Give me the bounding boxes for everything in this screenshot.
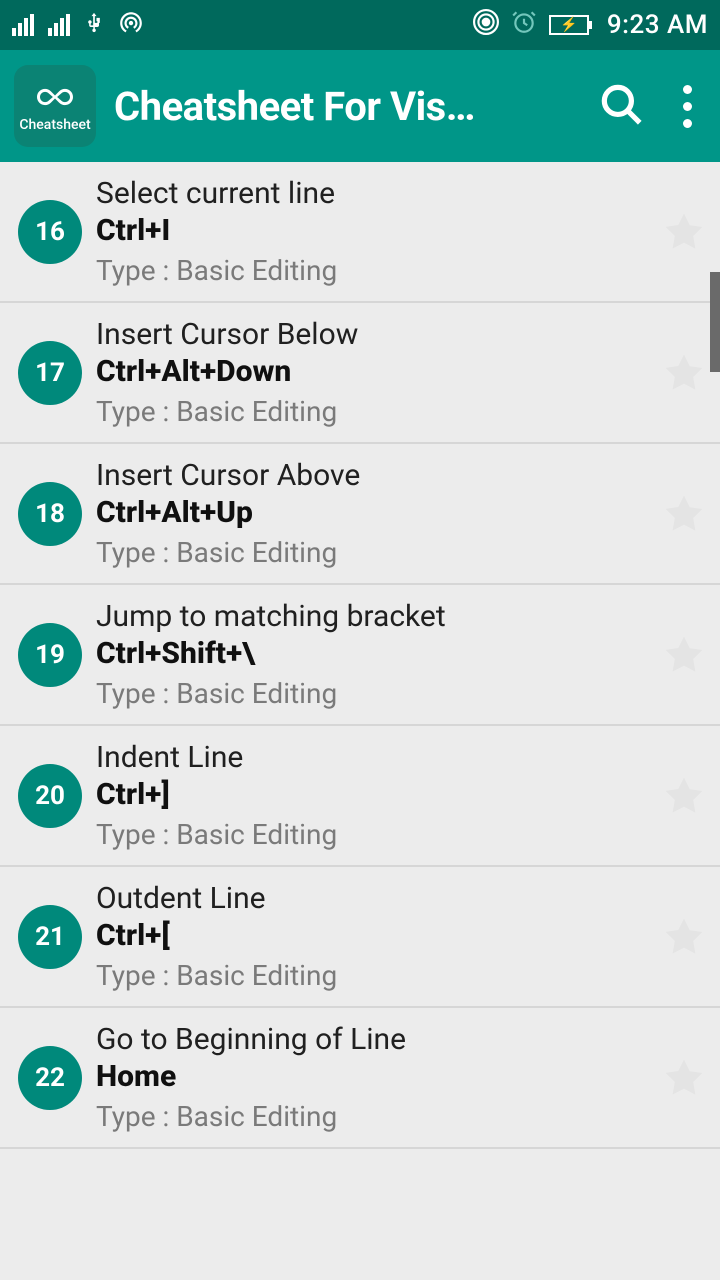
list-item[interactable]: 20 Indent Line Ctrl+] Type : Basic Editi… — [0, 726, 720, 867]
item-shortcut: Ctrl+Alt+Up — [96, 495, 648, 530]
favorite-button[interactable] — [662, 915, 706, 959]
star-icon — [662, 210, 706, 254]
item-title: Outdent Line — [96, 881, 648, 916]
star-icon — [662, 915, 706, 959]
hotspot-icon — [118, 9, 144, 42]
favorite-button[interactable] — [662, 492, 706, 536]
search-icon — [596, 79, 646, 129]
item-number-badge: 16 — [18, 200, 82, 264]
item-number-badge: 22 — [18, 1046, 82, 1110]
item-type: Type : Basic Editing — [96, 959, 648, 992]
item-type: Type : Basic Editing — [96, 254, 648, 287]
item-shortcut: Ctrl+Shift+\ — [96, 636, 648, 671]
search-button[interactable] — [586, 69, 656, 143]
item-number-badge: 21 — [18, 905, 82, 969]
list-item[interactable]: 18 Insert Cursor Above Ctrl+Alt+Up Type … — [0, 444, 720, 585]
list-item[interactable]: 22 Go to Beginning of Line Home Type : B… — [0, 1008, 720, 1149]
item-type: Type : Basic Editing — [96, 818, 648, 851]
dot-icon — [683, 102, 692, 111]
item-title: Go to Beginning of Line — [96, 1022, 648, 1057]
item-title: Indent Line — [96, 740, 648, 775]
item-type: Type : Basic Editing — [96, 677, 648, 710]
infinity-icon — [33, 79, 77, 115]
dot-icon — [683, 119, 692, 128]
item-body: Insert Cursor Below Ctrl+Alt+Down Type :… — [96, 317, 648, 428]
item-title: Jump to matching bracket — [96, 599, 648, 634]
scrollbar-thumb[interactable] — [710, 272, 720, 372]
item-title: Insert Cursor Above — [96, 458, 648, 493]
item-number-badge: 19 — [18, 623, 82, 687]
shortcut-list[interactable]: 16 Select current line Ctrl+I Type : Bas… — [0, 162, 720, 1149]
signal-icon — [12, 14, 34, 36]
battery-icon: ⚡ — [549, 15, 589, 35]
item-shortcut: Ctrl+] — [96, 777, 648, 812]
alarm-icon — [511, 9, 537, 42]
list-item[interactable]: 21 Outdent Line Ctrl+[ Type : Basic Edit… — [0, 867, 720, 1008]
favorite-button[interactable] — [662, 1056, 706, 1100]
favorite-button[interactable] — [662, 633, 706, 677]
favorite-button[interactable] — [662, 774, 706, 818]
item-body: Select current line Ctrl+I Type : Basic … — [96, 176, 648, 287]
star-icon — [662, 633, 706, 677]
item-body: Outdent Line Ctrl+[ Type : Basic Editing — [96, 881, 648, 992]
list-item[interactable]: 16 Select current line Ctrl+I Type : Bas… — [0, 162, 720, 303]
status-right: ⚡ 9:23 AM — [473, 9, 708, 42]
star-icon — [662, 351, 706, 395]
list-item[interactable]: 19 Jump to matching bracket Ctrl+Shift+\… — [0, 585, 720, 726]
cast-icon — [473, 9, 499, 42]
item-shortcut: Ctrl+[ — [96, 918, 648, 953]
item-shortcut: Home — [96, 1059, 648, 1094]
favorite-button[interactable] — [662, 351, 706, 395]
item-number-badge: 20 — [18, 764, 82, 828]
star-icon — [662, 492, 706, 536]
item-shortcut: Ctrl+I — [96, 213, 648, 248]
item-title: Select current line — [96, 176, 648, 211]
item-type: Type : Basic Editing — [96, 395, 648, 428]
status-left — [12, 9, 144, 42]
item-type: Type : Basic Editing — [96, 1100, 648, 1133]
item-body: Go to Beginning of Line Home Type : Basi… — [96, 1022, 648, 1133]
appbar-title: Cheatsheet For Vis… — [114, 83, 568, 130]
item-number-badge: 18 — [18, 482, 82, 546]
item-shortcut: Ctrl+Alt+Down — [96, 354, 648, 389]
status-bar: ⚡ 9:23 AM — [0, 0, 720, 50]
signal-icon-2 — [48, 14, 70, 36]
star-icon — [662, 1056, 706, 1100]
app-icon[interactable]: Cheatsheet — [14, 65, 96, 147]
status-time: 9:23 AM — [607, 10, 708, 40]
overflow-menu-button[interactable] — [674, 85, 700, 128]
star-icon — [662, 774, 706, 818]
item-number-badge: 17 — [18, 341, 82, 405]
dot-icon — [683, 85, 692, 94]
item-title: Insert Cursor Below — [96, 317, 648, 352]
item-type: Type : Basic Editing — [96, 536, 648, 569]
item-body: Indent Line Ctrl+] Type : Basic Editing — [96, 740, 648, 851]
favorite-button[interactable] — [662, 210, 706, 254]
item-body: Insert Cursor Above Ctrl+Alt+Up Type : B… — [96, 458, 648, 569]
app-icon-label: Cheatsheet — [19, 117, 90, 133]
usb-icon — [84, 9, 104, 42]
appbar: Cheatsheet Cheatsheet For Vis… — [0, 50, 720, 162]
item-body: Jump to matching bracket Ctrl+Shift+\ Ty… — [96, 599, 648, 710]
list-item[interactable]: 17 Insert Cursor Below Ctrl+Alt+Down Typ… — [0, 303, 720, 444]
